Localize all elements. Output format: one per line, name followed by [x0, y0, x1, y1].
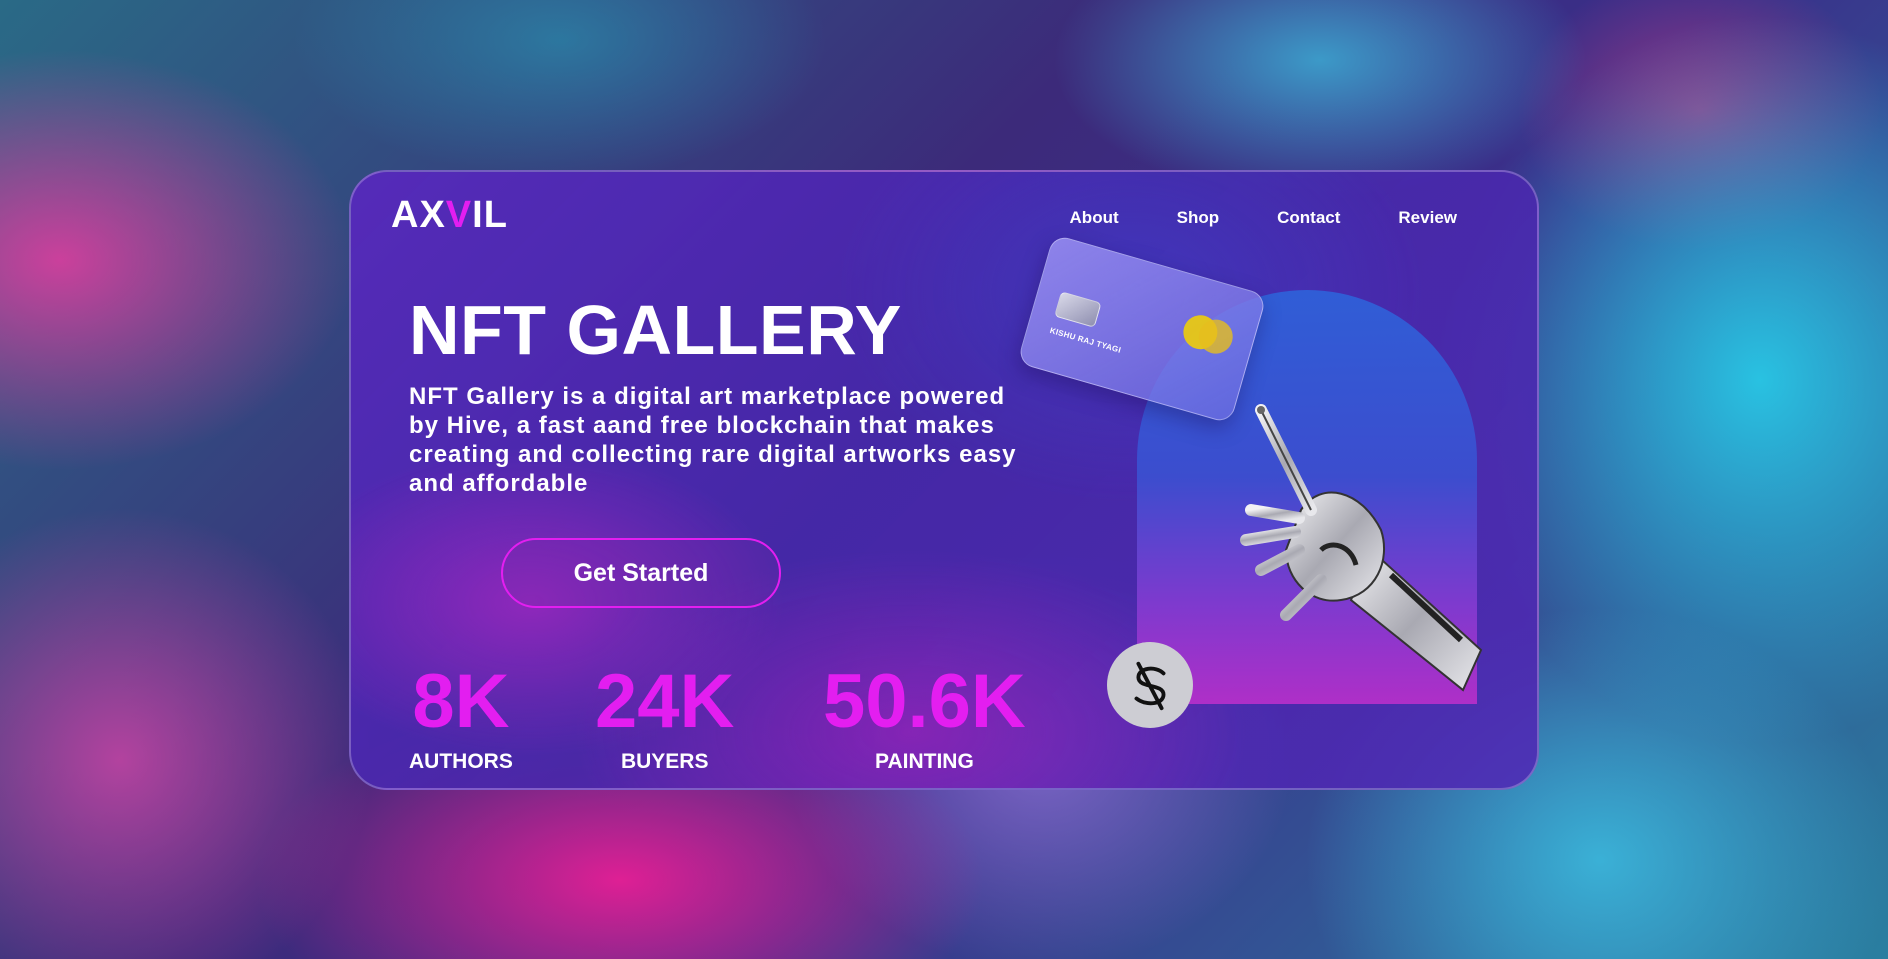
stat-label: AUTHORS	[409, 750, 513, 773]
main-nav: About Shop Contact Review	[1070, 208, 1457, 228]
card-holder-name: KISHU RAJ TYAGI	[1048, 325, 1123, 355]
robot-hand-icon	[1240, 404, 1483, 692]
nav-link-review[interactable]: Review	[1398, 208, 1457, 228]
logo-suffix: IL	[472, 194, 508, 236]
stat-buyers: 24K BUYERS	[595, 660, 734, 774]
nav-link-contact[interactable]: Contact	[1277, 208, 1340, 228]
hero-title: NFT GALLERY	[409, 291, 902, 369]
dollar-glyph	[1134, 661, 1166, 711]
get-started-button[interactable]: Get Started	[501, 538, 781, 608]
logo-accent: V	[445, 194, 473, 236]
brand-logo[interactable]: AXVIL	[391, 194, 508, 237]
card-chip	[1054, 291, 1102, 328]
stat-authors: 8K AUTHORS	[409, 660, 513, 774]
stat-label: PAINTING	[875, 750, 974, 773]
stat-value: 24K	[595, 659, 735, 744]
stat-label: BUYERS	[620, 750, 709, 773]
dollar-icon[interactable]	[1107, 642, 1193, 728]
logo-prefix: AX	[391, 194, 446, 236]
stat-value: 50.6K	[823, 659, 1026, 744]
hero-card: AXVIL About Shop Contact Review NFT GALL…	[349, 170, 1539, 790]
hero-description: NFT Gallery is a digital art marketplace…	[409, 383, 1017, 497]
nav-link-shop[interactable]: Shop	[1177, 208, 1220, 228]
stat-painting: 50.6K PAINTING	[823, 660, 1026, 774]
stat-value: 8K	[412, 659, 510, 744]
nav-link-about[interactable]: About	[1070, 208, 1119, 228]
credit-card-icon: KISHU RAJ TYAGI	[1016, 233, 1268, 425]
